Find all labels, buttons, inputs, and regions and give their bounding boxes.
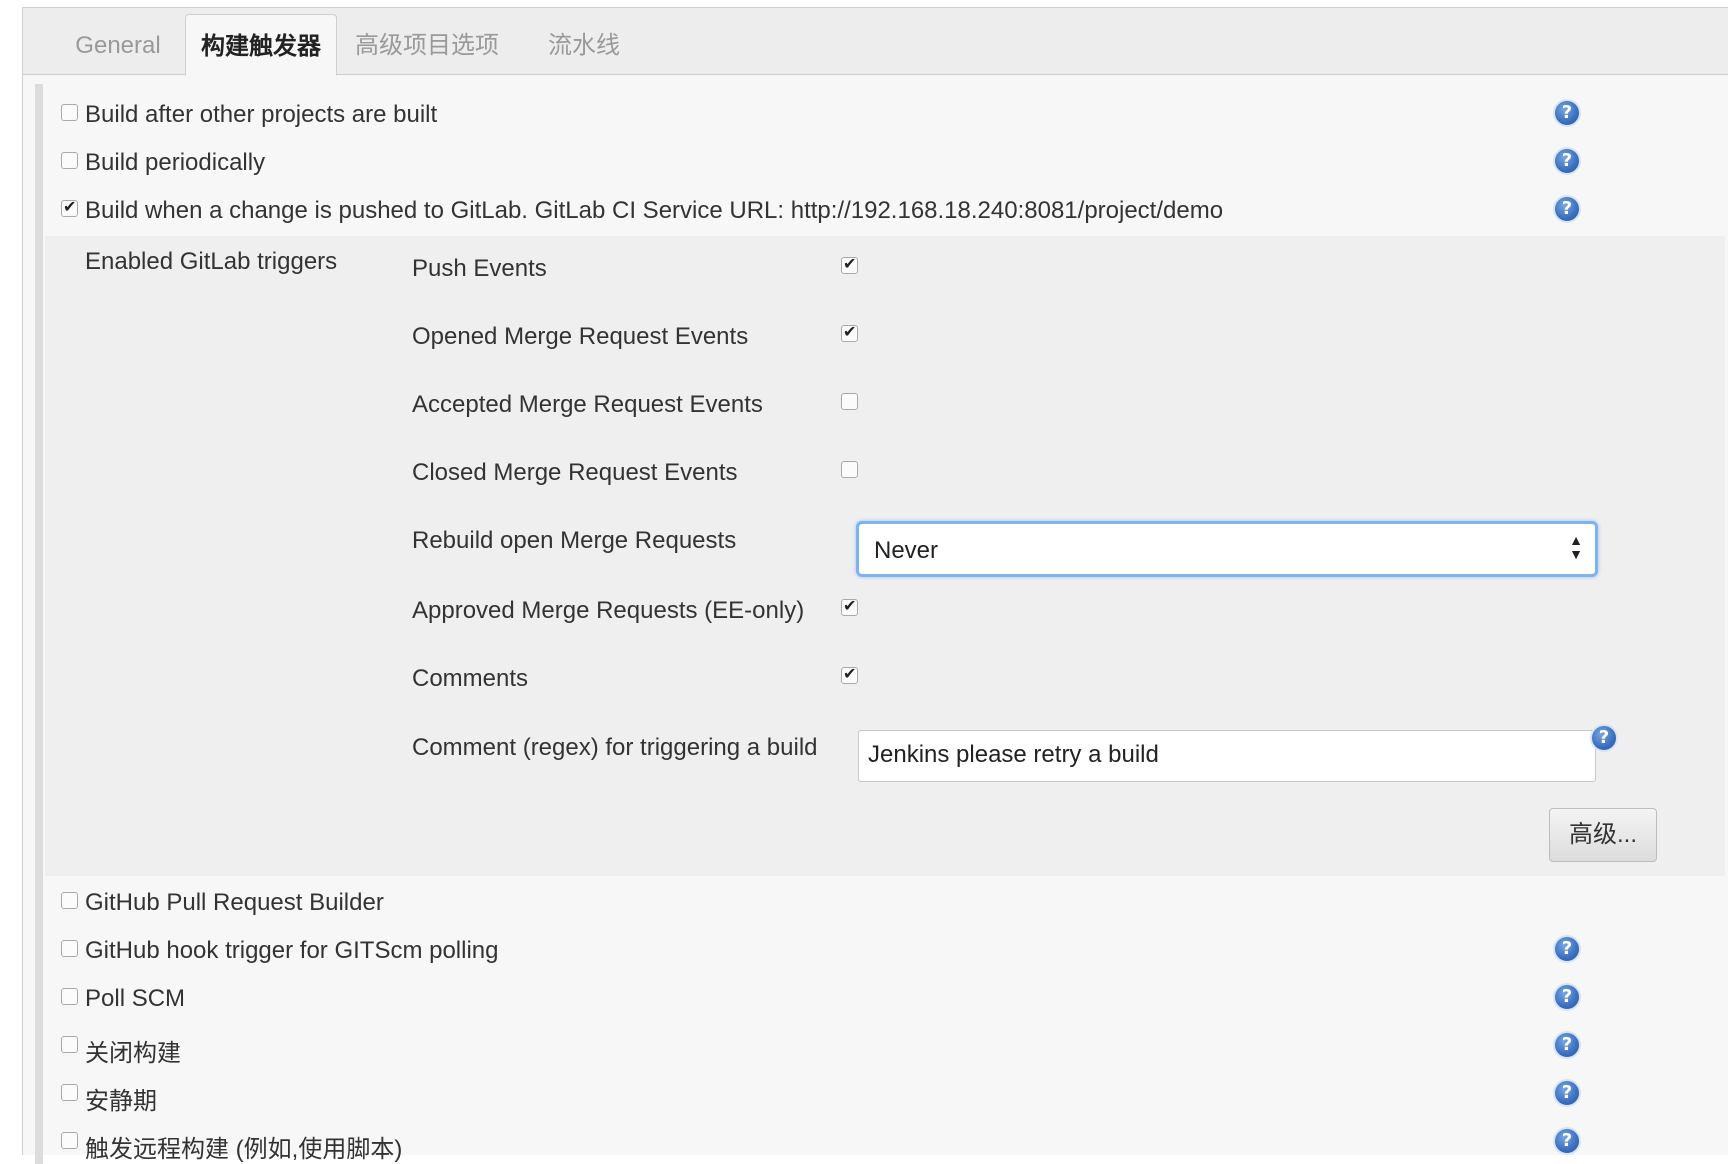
trigger-row-disable-build: 关闭构建 ?: [23, 1025, 1728, 1067]
approved-mr-checkbox[interactable]: [841, 596, 858, 616]
help-icon[interactable]: ?: [1553, 99, 1581, 127]
help-icon[interactable]: ?: [1553, 1079, 1581, 1107]
opened-mr-label: Opened Merge Request Events: [412, 323, 749, 350]
build-periodically-label: Build periodically: [85, 149, 266, 176]
trigger-row-github-hook: GitHub hook trigger for GITScm polling ?: [23, 929, 1728, 965]
tab-advanced-project-options[interactable]: 高级项目选项: [335, 14, 519, 74]
help-icon[interactable]: ?: [1553, 935, 1581, 963]
quiet-period-label: 安静期: [85, 1088, 157, 1115]
closed-mr-label: Closed Merge Request Events: [412, 459, 738, 486]
comment-regex-label: Comment (regex) for triggering a build: [412, 734, 818, 761]
approved-mr-label: Approved Merge Requests (EE-only): [412, 597, 805, 624]
enabled-gitlab-triggers-label: Enabled GitLab triggers: [85, 248, 338, 275]
config-panel: General 构建触发器 高级项目选项 流水线 Build after oth…: [22, 7, 1728, 1164]
github-hook-label: GitHub hook trigger for GITScm polling: [85, 937, 499, 964]
help-icon[interactable]: ?: [1553, 147, 1581, 175]
trigger-row-poll-scm: Poll SCM ?: [23, 977, 1728, 1013]
rebuild-mr-label: Rebuild open Merge Requests: [412, 527, 737, 554]
help-icon[interactable]: ?: [1553, 983, 1581, 1011]
advanced-button[interactable]: 高级...: [1549, 808, 1657, 862]
tab-build-triggers[interactable]: 构建触发器: [185, 14, 337, 76]
closed-mr-checkbox[interactable]: [841, 461, 858, 478]
trigger-row-build-after-other: Build after other projects are built ?: [23, 93, 1728, 129]
accepted-mr-label: Accepted Merge Request Events: [412, 391, 763, 418]
tab-pipeline[interactable]: 流水线: [519, 14, 649, 74]
disable-build-label: 关闭构建: [85, 1040, 181, 1067]
help-icon[interactable]: ?: [1553, 1127, 1581, 1155]
tab-bar: General 构建触发器 高级项目选项 流水线: [23, 8, 1728, 76]
comments-checkbox[interactable]: [841, 664, 858, 684]
rebuild-mr-select[interactable]: Never ▲ ▼: [856, 521, 1598, 577]
push-events-checkbox[interactable]: [841, 254, 858, 274]
tab-general[interactable]: General: [45, 14, 191, 74]
gitlab-push-checkbox[interactable]: [61, 197, 78, 217]
trigger-row-github-pr-builder: GitHub Pull Request Builder: [23, 881, 1728, 917]
poll-scm-checkbox[interactable]: [61, 988, 78, 1005]
gitlab-push-label: Build when a change is pushed to GitLab.…: [85, 197, 1224, 224]
build-periodically-checkbox[interactable]: [61, 152, 78, 169]
github-hook-checkbox[interactable]: [61, 940, 78, 957]
help-icon[interactable]: ?: [1590, 724, 1618, 752]
github-pr-builder-checkbox[interactable]: [61, 892, 78, 909]
accepted-mr-checkbox[interactable]: [841, 393, 858, 410]
help-icon[interactable]: ?: [1553, 195, 1581, 223]
github-pr-builder-label: GitHub Pull Request Builder: [85, 889, 384, 916]
trigger-row-build-periodically: Build periodically ?: [23, 141, 1728, 177]
opened-mr-checkbox[interactable]: [841, 322, 858, 342]
build-after-other-checkbox[interactable]: [61, 104, 78, 121]
quiet-period-checkbox[interactable]: [61, 1084, 78, 1101]
trigger-row-quiet-period: 安静期 ?: [23, 1073, 1728, 1115]
rebuild-mr-selected-value: Never: [874, 537, 939, 564]
trigger-row-gitlab-push: Build when a change is pushed to GitLab.…: [23, 189, 1728, 225]
disable-build-checkbox[interactable]: [61, 1036, 78, 1053]
build-after-other-label: Build after other projects are built: [85, 101, 438, 128]
poll-scm-label: Poll SCM: [85, 985, 186, 1012]
trigger-row-remote-trigger: 触发远程构建 (例如,使用脚本) ?: [23, 1121, 1728, 1163]
remote-trigger-label: 触发远程构建 (例如,使用脚本): [85, 1136, 403, 1163]
remote-trigger-checkbox[interactable]: [61, 1132, 78, 1149]
select-arrows-icon: ▲ ▼: [1569, 532, 1583, 562]
push-events-label: Push Events: [412, 255, 547, 282]
help-icon[interactable]: ?: [1553, 1031, 1581, 1059]
comment-regex-input[interactable]: Jenkins please retry a build: [858, 730, 1596, 782]
comments-label: Comments: [412, 665, 529, 692]
